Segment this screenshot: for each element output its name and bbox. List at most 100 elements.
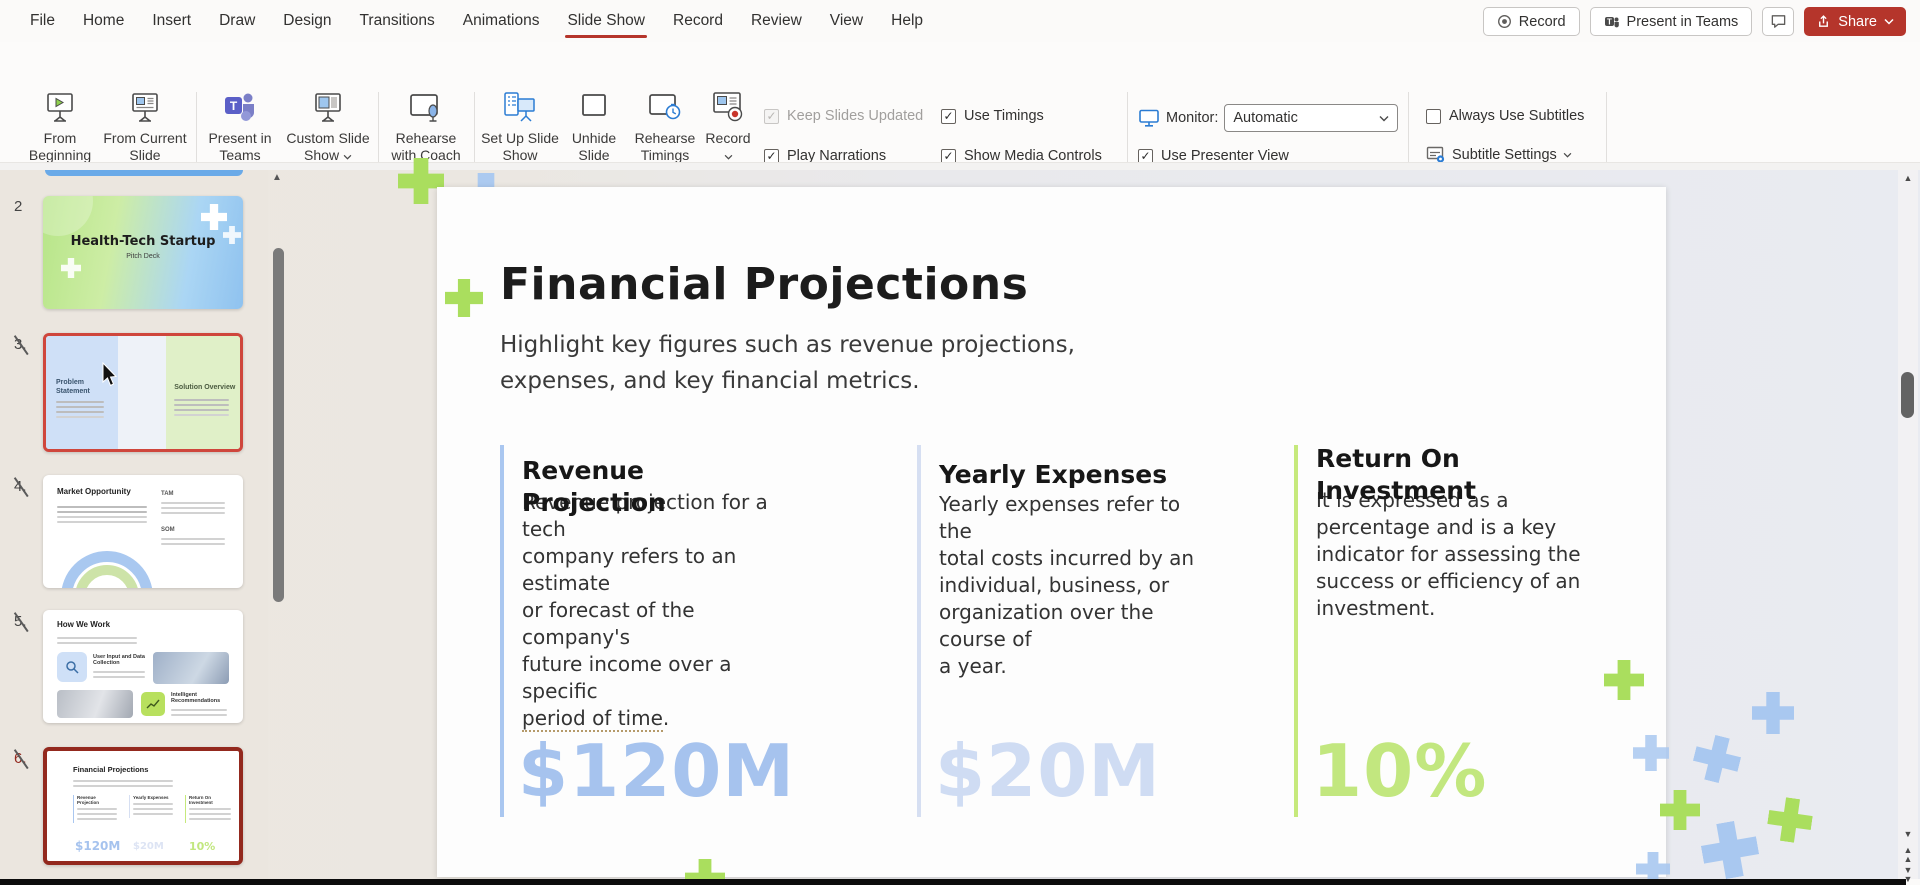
slide5-thumbnail[interactable]: How We Work User Input and Data Collecti… — [43, 610, 243, 723]
thumb-value-2: $20M — [133, 841, 164, 852]
slide6-thumbnail-current[interactable]: Financial Projections Revenue Projection… — [43, 747, 243, 865]
chevron-down-icon — [1563, 152, 1572, 158]
present-in-teams-ribbon-button[interactable]: T Present in Teams — [200, 88, 280, 164]
comment-icon — [1770, 13, 1787, 30]
bottom-black-bar — [0, 879, 1906, 885]
set-up-slide-show-button[interactable]: Set Up Slide Show — [478, 88, 562, 164]
plus-shape — [1689, 731, 1745, 787]
thumb-card-icon-blue — [57, 652, 87, 682]
scroll-down-arrow[interactable]: ▼ — [1898, 830, 1918, 839]
slide-number-2: 2 — [14, 198, 40, 215]
slide-title[interactable]: Financial Projections — [500, 259, 1028, 310]
panel-scroll-up-arrow[interactable]: ▲ — [272, 172, 282, 183]
from-current-slide-button[interactable]: From Current Slide — [99, 88, 191, 164]
slide3-thumbnail-selected[interactable]: Problem Statement Solution Overview — [43, 333, 243, 452]
ribbon: From Beginning From Current Slide T Pres… — [0, 42, 1920, 162]
from-beginning-button[interactable]: From Beginning — [18, 88, 102, 164]
rehearse-timings-icon — [626, 88, 704, 124]
monitor-dropdown[interactable]: Automatic — [1224, 104, 1398, 132]
present-in-teams-button[interactable]: T Present in Teams — [1590, 7, 1753, 36]
rehearse-with-coach-button[interactable]: Rehearse with Coach — [382, 88, 470, 164]
slide1-thumbnail-edge[interactable] — [45, 170, 243, 176]
share-button[interactable]: Share — [1804, 7, 1906, 36]
rehearse-timings-button[interactable]: Rehearse Timings — [626, 88, 704, 164]
rehearse-with-coach-icon — [382, 88, 470, 124]
use-timings-checkbox[interactable]: Use Timings — [941, 108, 1044, 124]
thumb-text-lines — [161, 535, 225, 548]
slide-number-6-hidden-current: 6. — [14, 750, 40, 767]
checkbox-icon — [1426, 109, 1441, 124]
column-accent-bar — [1294, 445, 1298, 817]
thumb-text-lines — [56, 398, 104, 421]
menu-file[interactable]: File — [16, 0, 69, 42]
thumb-title: Market Opportunity — [57, 487, 131, 496]
chevron-down-icon — [1379, 115, 1389, 122]
menu-insert[interactable]: Insert — [138, 0, 205, 42]
plus-shape — [1765, 795, 1815, 845]
from-beginning-icon — [18, 88, 102, 124]
menu-slide-show[interactable]: Slide Show — [553, 0, 659, 42]
unhide-slide-icon — [560, 88, 628, 124]
thumb-photo — [57, 690, 133, 718]
svg-text:T: T — [230, 99, 238, 113]
thumb-text-lines — [161, 499, 225, 517]
thumb-label-som: SOM — [161, 527, 175, 533]
thumb-text-lines — [57, 634, 137, 647]
record-ribbon-icon — [700, 88, 756, 124]
teams-ribbon-icon: T — [200, 88, 280, 124]
menu-help[interactable]: Help — [877, 0, 937, 42]
always-use-subtitles-checkbox[interactable]: Always Use Subtitles — [1426, 108, 1584, 124]
thumb-subtitle: Pitch Deck — [43, 253, 243, 260]
menu-animations[interactable]: Animations — [449, 0, 554, 42]
monitor-icon — [1138, 108, 1160, 128]
column-accent-bar — [917, 445, 921, 817]
spellcheck-underline: period of time — [522, 706, 663, 732]
keep-slides-updated-checkbox[interactable]: Keep Slides Updated — [764, 108, 923, 124]
slide4-thumbnail[interactable]: Market Opportunity TAM SOM — [43, 475, 243, 588]
thumb-right-panel: Solution Overview — [166, 336, 240, 449]
record-ribbon-button[interactable]: Record — [700, 88, 756, 164]
menu-bar: File Home Insert Draw Design Transitions… — [0, 0, 1920, 42]
thumb-value-3: 10% — [189, 840, 215, 853]
menu-transitions[interactable]: Transitions — [346, 0, 449, 42]
column-body: Revenue projection for a tech company re… — [522, 489, 802, 732]
menu-home[interactable]: Home — [69, 0, 138, 42]
menu-record[interactable]: Record — [659, 0, 737, 42]
slide-number-3-hidden: 3. — [14, 336, 40, 353]
comments-button[interactable] — [1762, 7, 1794, 36]
scroll-up-arrow[interactable]: ▲ — [1898, 174, 1918, 183]
slide2-thumbnail[interactable]: Health-Tech Startup Pitch Deck — [43, 196, 243, 309]
menu-design[interactable]: Design — [269, 0, 345, 42]
thumb-title: Health-Tech Startup — [43, 234, 243, 249]
thumb-photo — [153, 652, 229, 684]
menu-view[interactable]: View — [816, 0, 877, 42]
vertical-scrollbar[interactable]: ▲ ▼ ▲▲ ▼▼ — [1898, 170, 1918, 879]
thumb-semicircle-chart — [55, 547, 159, 588]
ribbon-bottom-strip — [0, 162, 1920, 170]
thumb-text-lines — [73, 777, 173, 790]
slide-number-4-hidden: 4. — [14, 478, 40, 495]
svg-text:T: T — [1607, 17, 1612, 26]
menu-draw[interactable]: Draw — [205, 0, 269, 42]
powerpoint-window: File Home Insert Draw Design Transitions… — [0, 0, 1920, 885]
chevron-down-icon — [1884, 18, 1894, 25]
menu-review[interactable]: Review — [737, 0, 816, 42]
record-button[interactable]: Record — [1483, 7, 1580, 36]
column-value: 10% — [1312, 729, 1487, 813]
plus-shape — [61, 258, 81, 278]
unhide-slide-button[interactable]: Unhide Slide — [560, 88, 628, 164]
custom-slide-show-button[interactable]: Custom Slide Show — [282, 88, 374, 164]
plus-shape — [445, 279, 483, 317]
thumb-label-tam: TAM — [161, 491, 174, 497]
checkbox-icon — [941, 109, 956, 124]
thumb-right-title: Solution Overview — [174, 384, 235, 391]
previous-slide-button[interactable]: ▲▲ — [1898, 846, 1918, 864]
thumb-card-icon-green — [141, 692, 165, 716]
column-value: $20M — [935, 729, 1161, 813]
panel-scrollbar-thumb[interactable] — [273, 248, 284, 602]
thumb-mid-panel — [118, 336, 167, 449]
thumb-card2-title: Intelligent Recommendations — [171, 692, 229, 704]
scrollbar-thumb[interactable] — [1901, 372, 1914, 418]
slide-subtitle[interactable]: Highlight key figures such as revenue pr… — [500, 327, 1075, 399]
current-slide[interactable]: Financial Projections Highlight key figu… — [437, 187, 1666, 877]
